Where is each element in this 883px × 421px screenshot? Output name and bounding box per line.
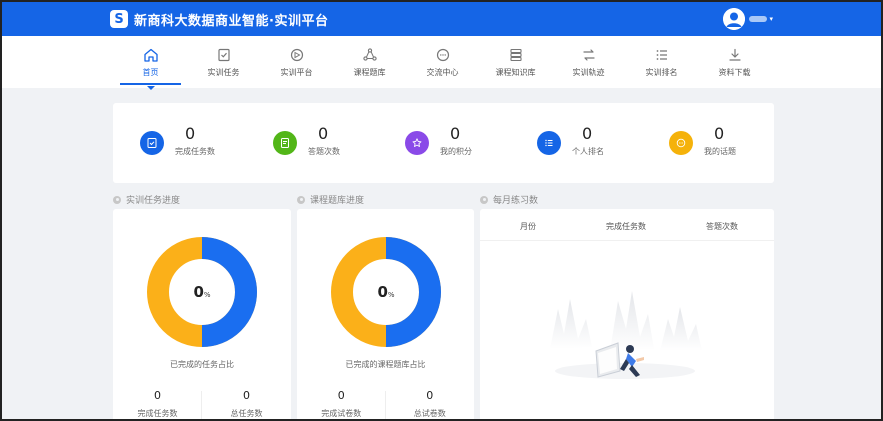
section-title-monthly: 每月练习数 [480,193,538,206]
section-title-bank-progress: 课程题库进度 [297,193,364,206]
list-icon [537,131,561,155]
stat-label: 答题次数 [308,147,340,156]
section-title-task-progress: 实训任务进度 [113,193,180,206]
column-header-month: 月份 [520,222,536,231]
stat-my-points: 0 我的积分 [405,125,472,157]
card-caption: 已完成的任务占比 [170,360,234,369]
completed-tasks-label: 完成任务数 [137,409,178,418]
donut-percent-value: 0 [193,283,204,301]
total-tasks-label: 总任务数 [230,409,263,418]
stat-value: 0 [450,124,461,143]
gear-icon [297,195,305,204]
gear-icon [480,195,488,204]
completed-papers-label: 完成试卷数 [321,409,362,418]
nav-label: 实训平台 [280,68,313,77]
brand[interactable]: S 新商科大数据商业智能·实训平台 [110,10,328,29]
nav-item-home[interactable]: 首页 [114,36,187,90]
donut-percent-value: 0 [377,283,388,301]
task-progress-card: 0 % 已完成的任务占比 0 完成任务数 0 总任务数 [113,209,291,419]
stat-value: 0 [318,124,329,143]
main-nav: 首页 实训任务 实训平台 课程题库 交流中心 课程知识库 实训轨迹 实训排名 资… [2,36,881,90]
nav-label: 首页 [142,68,159,77]
nav-item-chat[interactable]: 交流中心 [406,36,479,88]
monthly-practice-card: 月份 完成任务数 答题次数 [480,209,774,419]
nav-item-track[interactable]: 实训轨迹 [552,36,625,88]
stat-label: 个人排名 [572,147,604,156]
stat-value: 0 [185,124,196,143]
donut-center-label: 0 % [147,237,257,347]
stat-my-topics: 0 我的话题 [669,125,736,157]
stat-completed-tasks: 0 完成任务数 [140,125,215,157]
chat-icon [436,48,449,62]
nav-item-download[interactable]: 资料下载 [698,36,771,88]
column-header-completed-tasks: 完成任务数 [606,222,646,231]
nav-item-tasks[interactable]: 实训任务 [187,36,260,88]
question-bank-icon [362,48,377,61]
track-icon [582,49,595,61]
section-title-text: 每月练习数 [493,196,539,206]
nav-item-platform[interactable]: 实训平台 [260,36,333,88]
donut-percent-unit: % [387,290,395,299]
app-frame: S 新商科大数据商业智能·实训平台 ▾ 首页 实训任务 实训平台 课程题库 交流… [0,0,883,421]
stats-panel: 0 完成任务数 0 答题次数 0 我的积分 0 个人排名 0 我的话题 [113,103,774,183]
completed-tasks-value: 0 [154,389,161,402]
chevron-down-icon: ▾ [769,15,773,23]
nav-label: 实训排名 [645,68,678,77]
topic-icon [669,131,693,155]
completed-papers-value: 0 [337,389,345,402]
nav-label: 课程题库 [353,68,386,77]
download-icon [728,48,741,61]
card-foot: 0 完成任务数 0 总任务数 [113,389,291,419]
top-bar: S 新商科大数据商业智能·实训平台 ▾ [2,2,881,36]
card-caption: 已完成的课程题库占比 [345,360,426,369]
gear-icon [113,195,121,204]
nav-label: 课程知识库 [495,68,536,77]
total-papers-value: 0 [426,389,434,402]
knowledge-icon [509,48,522,62]
user-menu[interactable]: ▾ [723,8,773,30]
section-title-text: 课程题库进度 [310,196,365,206]
stat-value: 0 [714,124,725,143]
stat-value: 0 [582,124,593,143]
nav-item-knowledge[interactable]: 课程知识库 [479,36,552,88]
total-papers-label: 总试卷数 [413,409,446,418]
nav-label: 实训任务 [207,68,240,77]
avatar-icon [723,8,746,30]
brand-title: 新商科大数据商业智能·实训平台 [134,13,329,29]
home-icon [143,48,158,62]
stat-ranking: 0 个人排名 [537,125,604,157]
stat-label: 完成任务数 [175,147,215,156]
nav-item-ranking[interactable]: 实训排名 [625,36,698,88]
card-foot: 0 完成试卷数 0 总试卷数 [297,389,474,419]
answer-icon [273,131,297,155]
stat-label: 我的话题 [704,147,736,156]
user-name-placeholder [749,16,768,22]
stat-answer-count: 0 答题次数 [273,125,340,157]
star-icon [405,131,429,155]
brand-logo-icon: S [110,10,128,28]
column-header-answer-count: 答题次数 [706,222,738,231]
task-icon [217,48,230,62]
nav-item-question-bank[interactable]: 课程题库 [333,36,406,88]
section-title-text: 实训任务进度 [126,196,181,206]
donut-center-label: 0 % [331,237,441,347]
stat-label: 我的积分 [440,147,472,156]
empty-state-illustration [550,291,702,379]
nav-label: 实训轨迹 [572,68,605,77]
nav-label: 资料下载 [718,68,751,77]
donut-percent-unit: % [203,290,211,299]
ranking-icon [656,50,667,60]
task-done-icon [140,131,164,155]
table-header: 月份 完成任务数 答题次数 [480,209,774,241]
platform-icon [290,48,303,62]
bank-progress-card: 0 % 已完成的课程题库占比 0 完成试卷数 0 总试卷数 [297,209,474,419]
nav-label: 交流中心 [426,68,459,77]
total-tasks-value: 0 [243,389,250,402]
